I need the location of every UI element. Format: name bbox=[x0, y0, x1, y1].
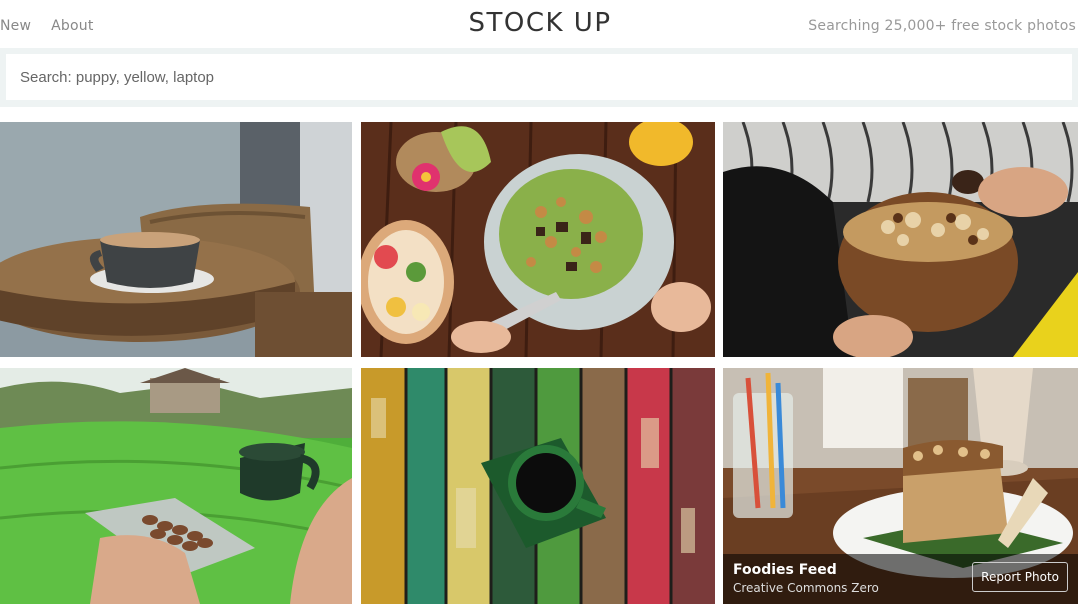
photo-tile-rice-field[interactable] bbox=[0, 368, 352, 604]
photo-license-label: Creative Commons Zero bbox=[733, 581, 879, 595]
coffee-table-photo bbox=[0, 122, 352, 357]
search-input[interactable] bbox=[6, 54, 1072, 100]
header-tagline: Searching 25,000+ free stock photos bbox=[808, 18, 1076, 34]
granola-bowl-photo bbox=[723, 122, 1078, 357]
photo-tile-cake[interactable]: Foodies Feed Creative Commons Zero Repor… bbox=[723, 368, 1078, 604]
report-photo-button[interactable]: Report Photo bbox=[972, 562, 1068, 592]
photo-info-overlay: Foodies Feed Creative Commons Zero Repor… bbox=[723, 554, 1078, 604]
photo-tile-coffee-table[interactable] bbox=[0, 122, 352, 357]
rice-field-photo bbox=[0, 368, 352, 604]
photo-source-title[interactable]: Foodies Feed bbox=[733, 562, 837, 578]
photo-tile-painted-wood[interactable] bbox=[361, 368, 715, 604]
site-header: New About STOCK UP Searching 25,000+ fre… bbox=[0, 0, 1080, 48]
painted-wood-photo bbox=[361, 368, 715, 604]
smoothie-bowl-photo bbox=[361, 122, 715, 357]
search-bar bbox=[0, 48, 1078, 107]
photo-tile-smoothie-bowl[interactable] bbox=[361, 122, 715, 357]
photo-tile-granola-bowl[interactable] bbox=[723, 122, 1078, 357]
